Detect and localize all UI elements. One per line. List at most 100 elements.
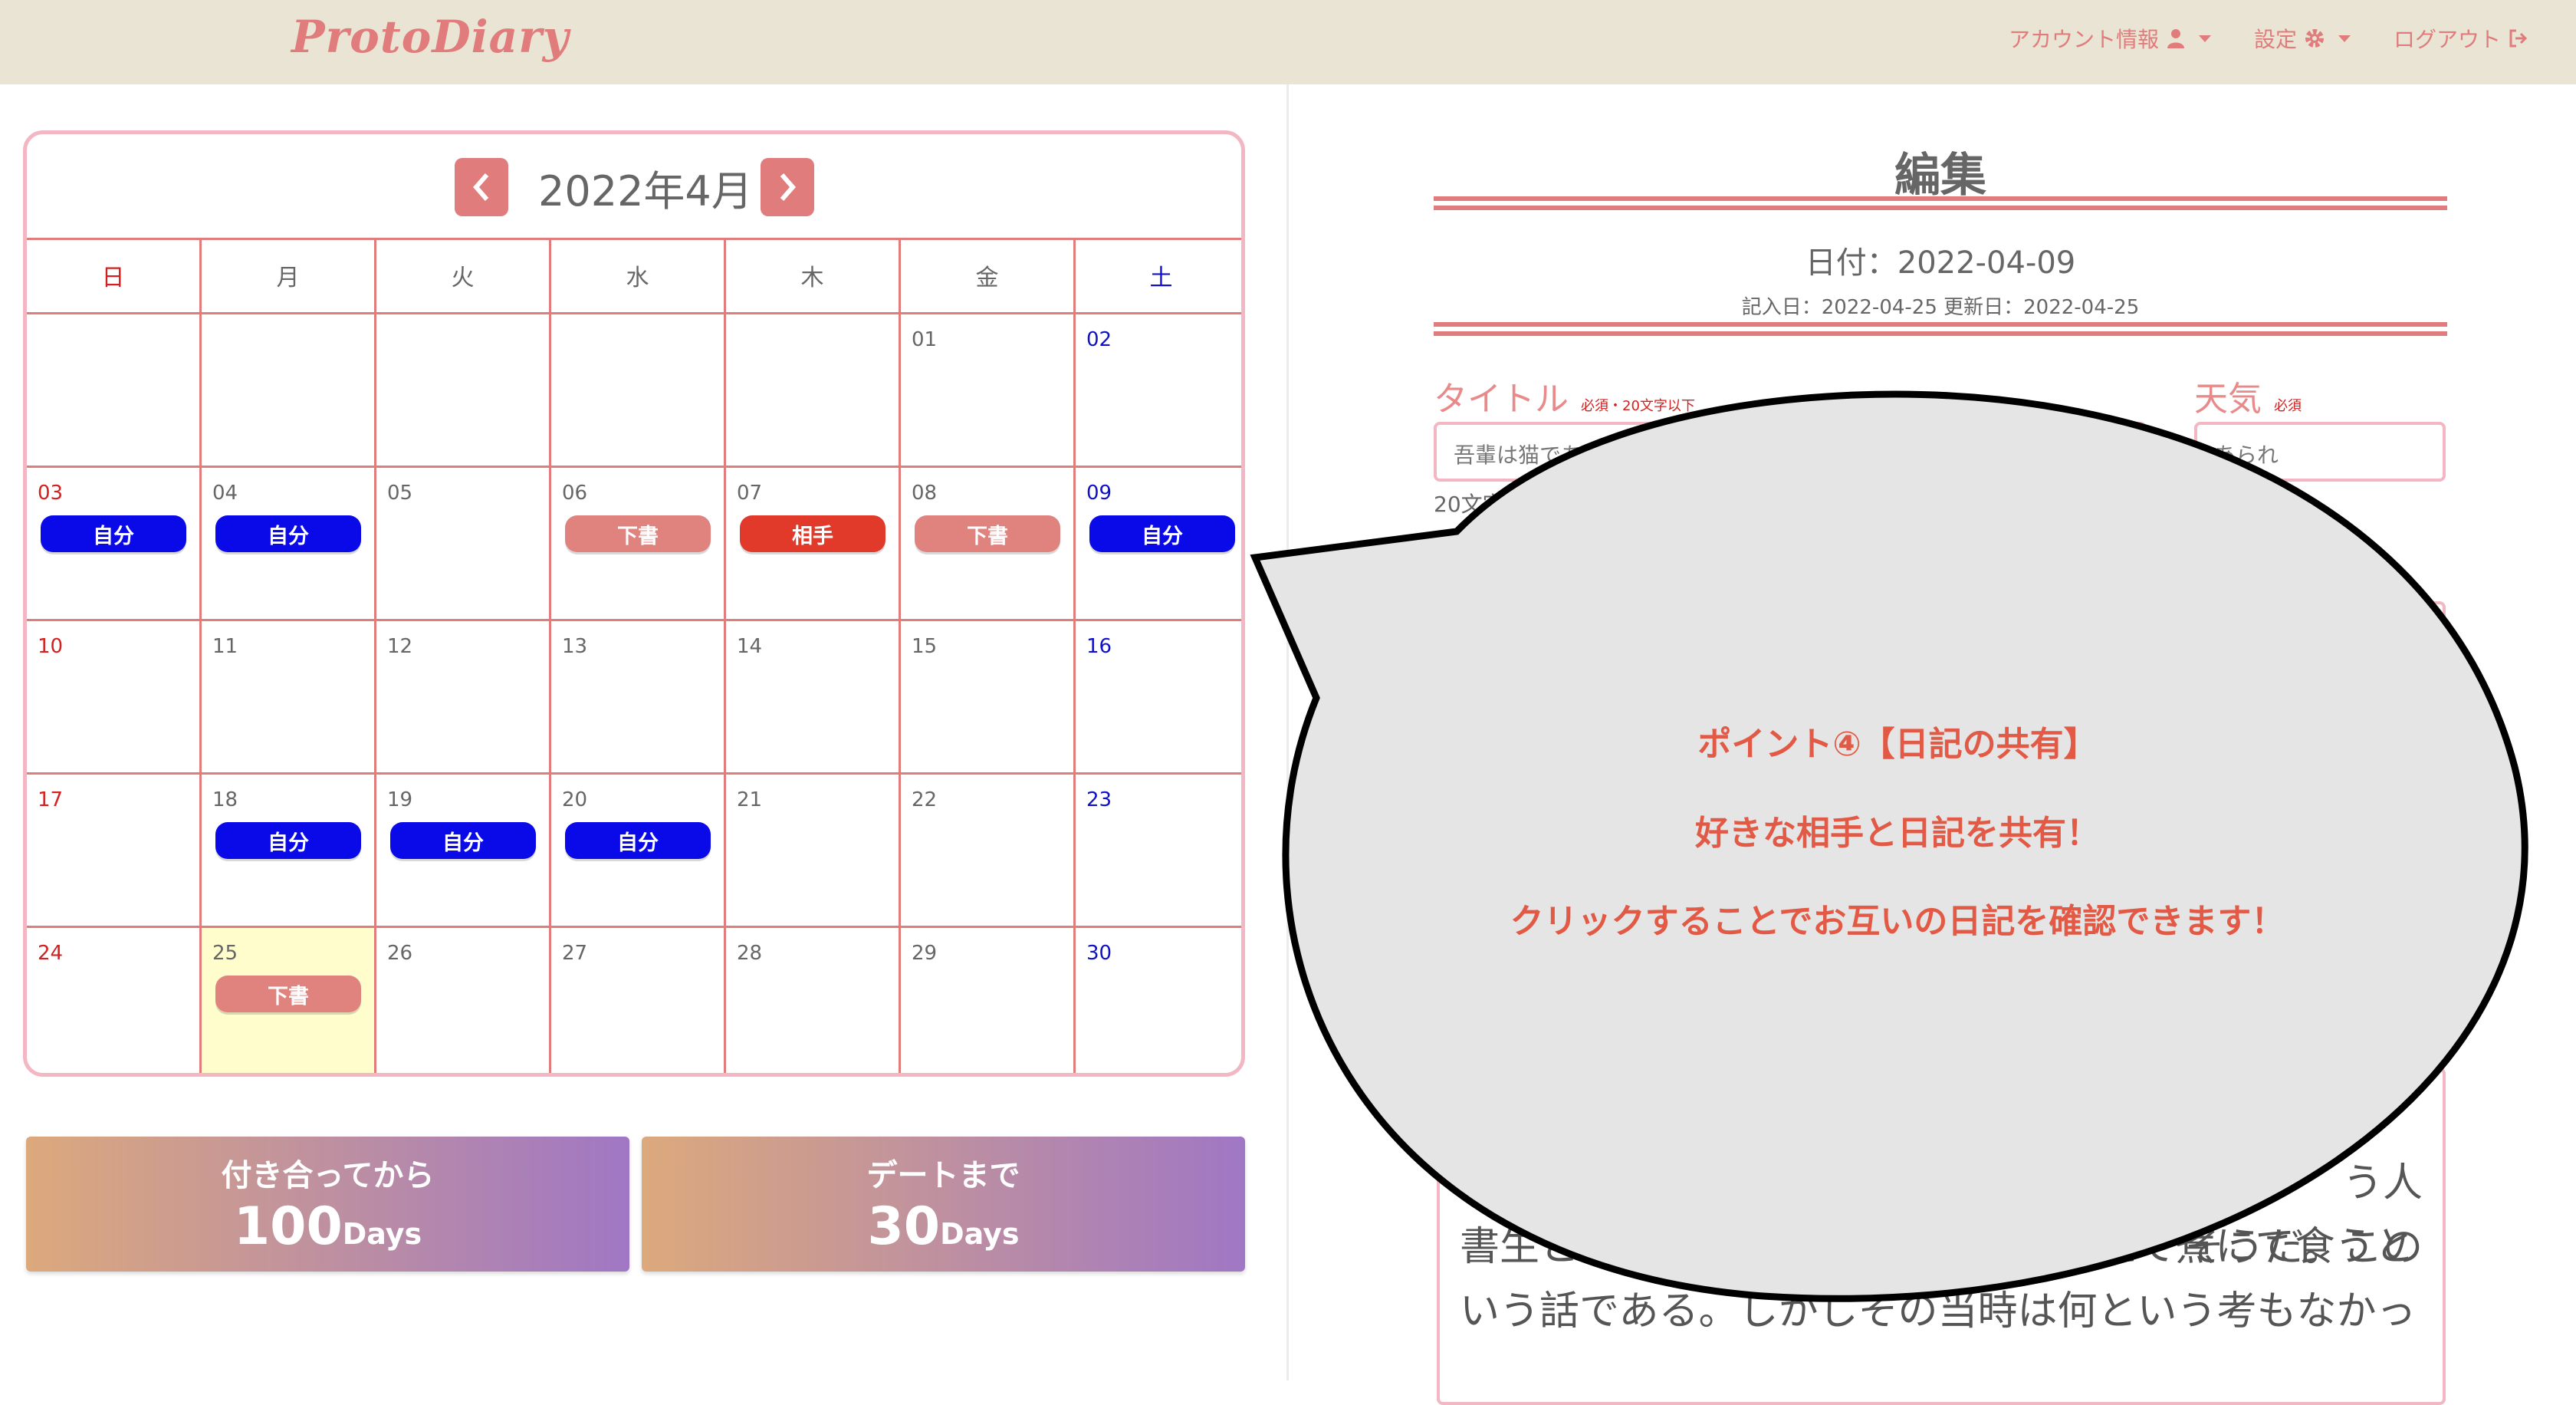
chevron-left-icon: [473, 173, 489, 201]
body-textarea[interactable]: も 間中で一 書生というのは時々我々を捕つかまえて煮にて食うと いう話である。し…: [1437, 1068, 2446, 1405]
calendar-day-cell[interactable]: 20 自分: [551, 775, 726, 928]
weekday-header: 火: [376, 238, 551, 314]
heading-rule: [1434, 196, 2447, 210]
day-number: 14: [737, 635, 763, 658]
diary-entry-badge-self[interactable]: 自分: [41, 515, 186, 552]
diary-entry-badge-draft[interactable]: 下書: [915, 515, 1060, 552]
calendar-day-cell[interactable]: 24: [27, 928, 202, 1073]
days-until-label: デートまで: [866, 1158, 1020, 1193]
calendar-day-cell[interactable]: 18 自分: [202, 775, 376, 928]
calendar-day-cell[interactable]: 22: [901, 775, 1076, 928]
diary-entry-badge-partner[interactable]: 相手: [740, 515, 886, 552]
weekday-header: 金: [901, 238, 1076, 314]
prev-month-button[interactable]: [455, 158, 508, 216]
body-line: 間中で一: [1460, 1160, 1620, 1206]
calendar-day-cell[interactable]: 13: [551, 621, 726, 775]
day-number: 15: [912, 635, 938, 658]
account-label: アカウント情報: [2008, 27, 2159, 52]
calendar-day-cell[interactable]: 07 相手: [726, 468, 901, 621]
calendar-header: 2022年4月: [27, 134, 1241, 240]
day-number: 03: [38, 482, 64, 505]
calendar-day-cell[interactable]: 02: [1076, 314, 1241, 468]
calendar-day-cell[interactable]: 09 自分: [1076, 468, 1241, 621]
calendar-day-cell[interactable]: 25 下書: [202, 928, 376, 1073]
title-hint: 20文字: [1434, 492, 1504, 517]
body-line: も: [1460, 1095, 1500, 1141]
day-number: 07: [737, 482, 763, 505]
calendar-day-cell[interactable]: 27: [551, 928, 726, 1073]
diary-entry-badge-draft[interactable]: 下書: [565, 515, 711, 552]
day-number: 06: [562, 482, 588, 505]
calendar-day-cell[interactable]: 11: [202, 621, 376, 775]
weekday-header: 水: [551, 238, 726, 314]
day-number: 21: [737, 788, 763, 811]
diary-entry-badge-self[interactable]: 自分: [215, 515, 361, 552]
calendar-day-cell[interactable]: 19 自分: [376, 775, 551, 928]
calendar-day-cell[interactable]: 30: [1076, 928, 1241, 1073]
diary-entry-badge-self[interactable]: 自分: [565, 822, 711, 859]
nav-menu: アカウント情報 設定 ログアウト: [2009, 23, 2530, 54]
logout-label: ログアウト: [2393, 27, 2501, 52]
weekday-header: 日: [27, 238, 202, 314]
diary-entry-badge-self[interactable]: 自分: [215, 822, 361, 859]
weekday-header: 土: [1076, 238, 1241, 314]
day-number: 12: [387, 635, 413, 658]
day-number: 28: [737, 942, 763, 965]
calendar-day-cell[interactable]: 12: [376, 621, 551, 775]
calendar-day-cell[interactable]: 14: [726, 621, 901, 775]
next-month-button[interactable]: [761, 158, 814, 216]
calendar-day-cell[interactable]: 28: [726, 928, 901, 1073]
calendar-day-cell[interactable]: 17: [27, 775, 202, 928]
calendar-day-cell[interactable]: 29: [901, 928, 1076, 1073]
diary-entry-badge-self[interactable]: 自分: [1089, 515, 1235, 552]
days-until-value: 30Days: [867, 1196, 1020, 1257]
day-number: 27: [562, 942, 588, 965]
day-number: 23: [1086, 788, 1112, 811]
calendar-day-cell[interactable]: 16: [1076, 621, 1241, 775]
calendar: 2022年4月 日月火水木金土 01 02 03 自分 04 自分 05 06 下書 07 相手 08 下…: [23, 130, 1245, 1077]
calendar-day-cell: [27, 314, 202, 468]
day-number: 05: [387, 482, 413, 505]
day-number: 02: [1086, 328, 1112, 351]
day-number: 22: [912, 788, 938, 811]
title-input[interactable]: 吾輩は猫である: [1434, 422, 2147, 482]
calendar-day-cell[interactable]: 04 自分: [202, 468, 376, 621]
diary-entry-badge-self[interactable]: 自分: [390, 822, 536, 859]
weekday-header: 月: [202, 238, 376, 314]
calendar-day-cell[interactable]: 03 自分: [27, 468, 202, 621]
day-number: 30: [1086, 942, 1112, 965]
weather-label: 天気 必須: [2194, 380, 2302, 419]
calendar-day-cell[interactable]: 05: [376, 468, 551, 621]
date-rule: [1434, 322, 2447, 336]
weather-select[interactable]: あられ: [2194, 422, 2446, 482]
days-since-card: 付き合ってから 100Days: [26, 1137, 629, 1272]
calendar-day-cell[interactable]: 10: [27, 621, 202, 775]
calendar-day-cell[interactable]: 21: [726, 775, 901, 928]
day-number: 16: [1086, 635, 1112, 658]
day-number: 29: [912, 942, 938, 965]
chevron-down-icon: [2198, 35, 2211, 42]
entry-date: 日付：2022-04-09: [1805, 245, 2076, 281]
calendar-day-cell[interactable]: 01: [901, 314, 1076, 468]
settings-menu[interactable]: 設定: [2254, 23, 2351, 54]
calendar-day-cell: [726, 314, 901, 468]
calendar-day-cell: [376, 314, 551, 468]
calendar-day-cell[interactable]: 06 下書: [551, 468, 726, 621]
calendar-day-cell[interactable]: 08 下書: [901, 468, 1076, 621]
diary-entry-badge-draft[interactable]: 下書: [215, 976, 361, 1012]
day-number: 25: [212, 942, 238, 965]
day-number: 01: [912, 328, 938, 351]
account-menu[interactable]: アカウント情報: [2009, 23, 2211, 54]
chevron-down-icon: [2338, 35, 2351, 42]
edit-field-partial[interactable]: [2239, 601, 2446, 647]
calendar-day-cell[interactable]: 15: [901, 621, 1076, 775]
calendar-day-cell[interactable]: 26: [376, 928, 551, 1073]
calendar-title: 2022年4月: [538, 167, 753, 216]
entry-meta: 記入日：2022-04-25 更新日：2022-04-25: [1741, 296, 2140, 319]
logout-link[interactable]: ログアウト: [2394, 23, 2530, 54]
days-since-label: 付き合ってから: [221, 1158, 435, 1193]
brand-logo[interactable]: ProtoDiary: [291, 11, 570, 63]
calendar-day-cell[interactable]: 23: [1076, 775, 1241, 928]
sign-out-icon: [2509, 29, 2528, 48]
navbar: ProtoDiary アカウント情報 設定 ログアウト: [0, 0, 2576, 84]
